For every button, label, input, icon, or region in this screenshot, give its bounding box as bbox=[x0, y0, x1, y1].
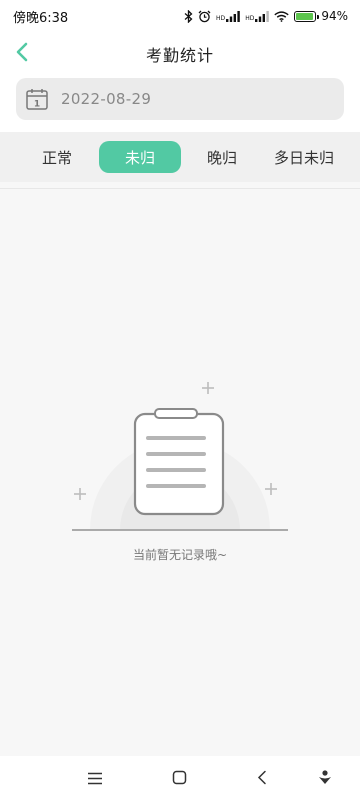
back-button[interactable] bbox=[8, 40, 36, 68]
page-title: 考勤统计 bbox=[145, 46, 214, 65]
status-icons: HD HD 94% bbox=[184, 9, 348, 23]
alarm-icon bbox=[198, 10, 211, 23]
date-value: 2022-08-29 bbox=[61, 90, 152, 108]
chevron-left-icon bbox=[15, 42, 29, 66]
tab-late-return[interactable]: 晚归 bbox=[191, 141, 253, 173]
bluetooth-icon bbox=[184, 9, 193, 23]
date-picker-field[interactable]: 1 2022-08-29 bbox=[16, 78, 344, 120]
empty-state-message: 当前暂无记录哦~ bbox=[132, 548, 228, 562]
nav-assistant-button[interactable] bbox=[314, 768, 336, 790]
nav-back-button[interactable] bbox=[251, 768, 273, 790]
header: 考勤统计 bbox=[0, 32, 360, 76]
tab-normal[interactable]: 正常 bbox=[26, 141, 88, 173]
date-filter-section: 1 2022-08-29 bbox=[0, 76, 360, 132]
battery-percent: 94% bbox=[321, 9, 348, 23]
signal-label: HD bbox=[216, 14, 226, 22]
calendar-day: 1 bbox=[34, 100, 40, 110]
divider bbox=[0, 188, 360, 189]
nav-home-button[interactable] bbox=[168, 768, 190, 790]
empty-state-illustration bbox=[60, 372, 300, 542]
wifi-icon bbox=[274, 10, 289, 22]
back-icon bbox=[257, 770, 267, 789]
signal-icon-2: HD bbox=[245, 10, 270, 22]
signal-label: HD bbox=[245, 14, 255, 22]
status-tabs: 正常 未归 晚归 多日未归 bbox=[0, 132, 360, 182]
home-icon bbox=[172, 770, 187, 789]
tab-not-returned[interactable]: 未归 bbox=[99, 141, 181, 173]
battery-fill bbox=[296, 12, 314, 20]
signal-icon-1: HD bbox=[216, 10, 240, 22]
assistant-icon bbox=[318, 769, 332, 789]
battery-icon bbox=[294, 10, 320, 22]
menu-icon bbox=[87, 770, 103, 789]
status-bar: 傍晚6:38 HD HD 94% bbox=[0, 0, 360, 32]
system-nav-bar bbox=[0, 756, 360, 800]
calendar-icon: 1 bbox=[25, 87, 49, 111]
clipboard-icon bbox=[133, 408, 225, 516]
status-time: 傍晚6:38 bbox=[13, 10, 69, 26]
nav-menu-button[interactable] bbox=[84, 768, 106, 790]
tab-multi-day-absent[interactable]: 多日未归 bbox=[266, 141, 342, 173]
